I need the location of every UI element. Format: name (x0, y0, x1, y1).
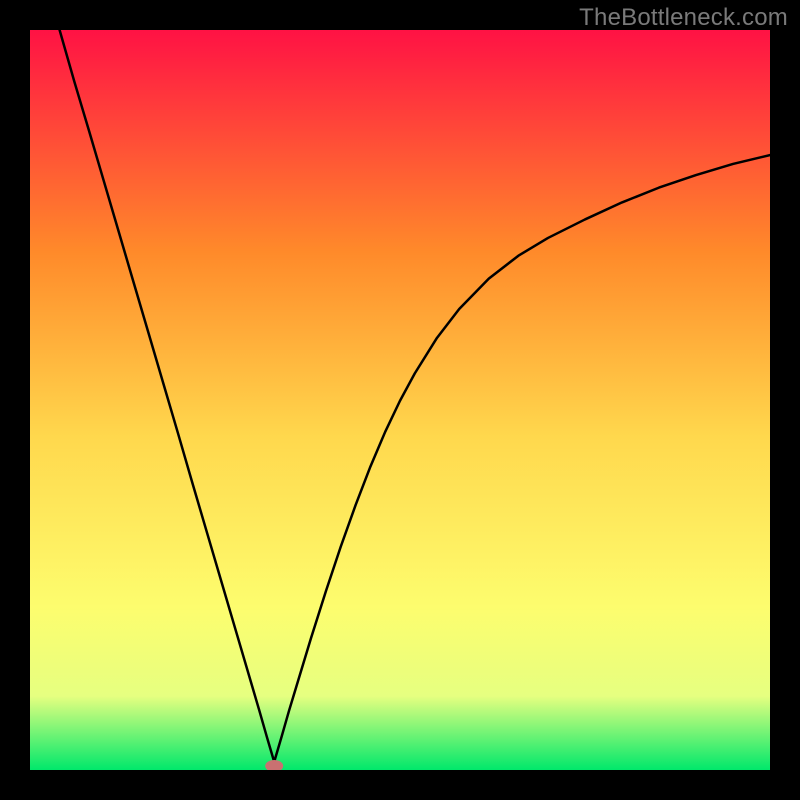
plot-svg (30, 30, 770, 770)
plot-area (30, 30, 770, 770)
watermark-text: TheBottleneck.com (579, 4, 788, 32)
chart-frame: TheBottleneck.com (0, 0, 800, 800)
